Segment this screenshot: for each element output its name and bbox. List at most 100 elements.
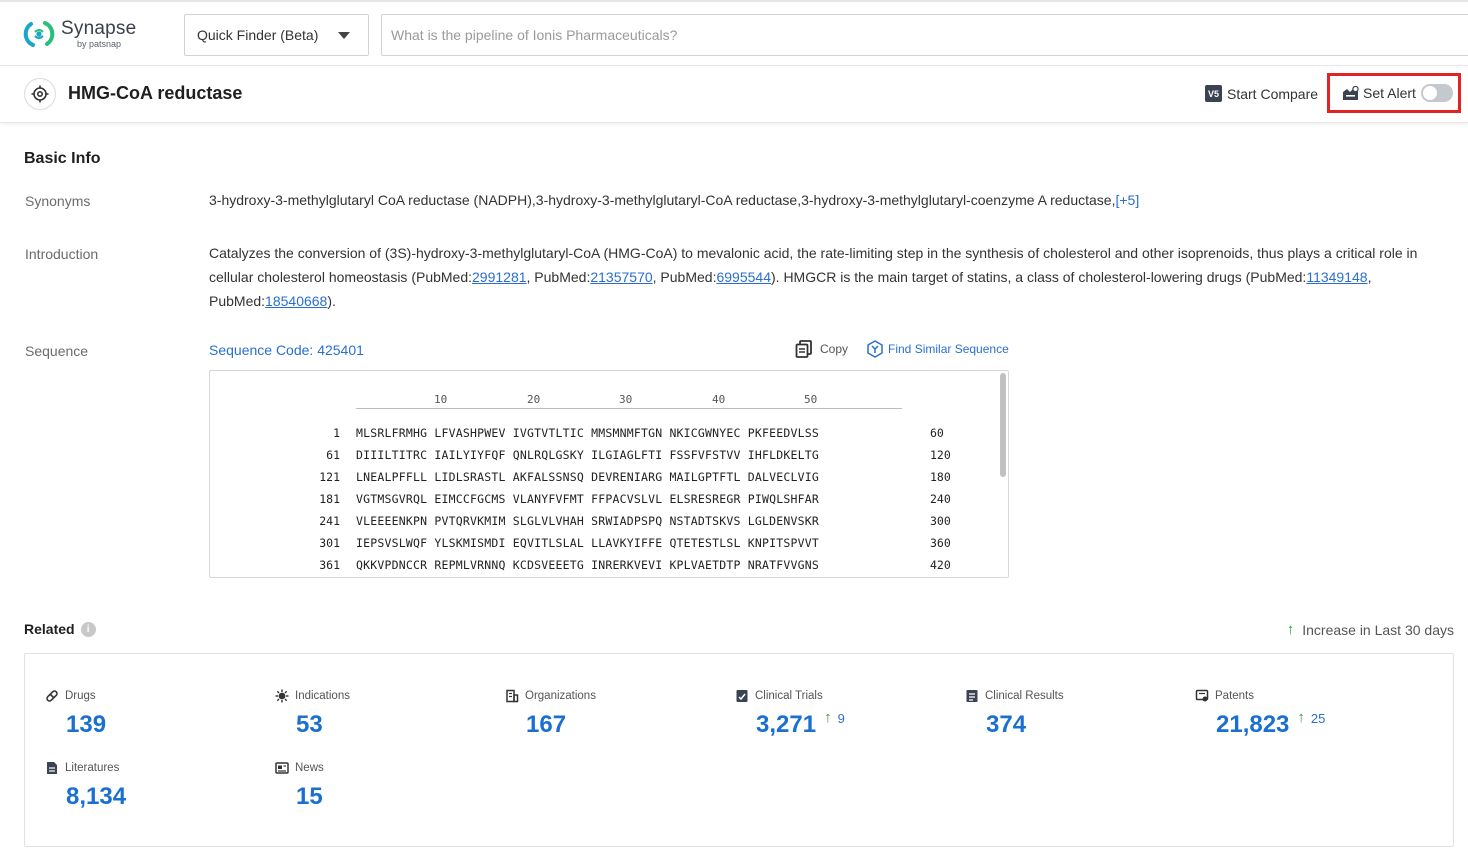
intro-text-2: , PubMed: xyxy=(527,269,591,285)
ruler-tick: 50 xyxy=(804,393,817,406)
stat-label: Organizations xyxy=(525,690,596,702)
logo-byline: by patsnap xyxy=(77,40,136,49)
stat-value[interactable]: 8,134 xyxy=(66,783,126,811)
intro-text-3: , PubMed: xyxy=(653,269,717,285)
stat-news[interactable]: News 15 xyxy=(275,761,324,811)
stat-label: Clinical Results xyxy=(985,690,1064,702)
row-start: 301 xyxy=(319,536,340,550)
pubmed-link[interactable]: 21357570 xyxy=(590,269,652,285)
row-residues: DIIILTITRC IAILYIYFQF QNLRQLGSKY ILGIAGL… xyxy=(356,448,819,462)
sequence-viewer[interactable]: 10 20 30 40 50 1 MLSRLFRMHG LFVASHPWEV IV… xyxy=(209,370,1009,578)
pill-icon xyxy=(45,689,59,703)
quick-finder-dropdown[interactable]: Quick Finder (Beta) xyxy=(184,14,369,56)
up-arrow-icon: ↑ xyxy=(824,711,832,724)
row-start: 61 xyxy=(326,448,340,462)
set-alert-toggle[interactable] xyxy=(1421,84,1453,102)
copy-label: Copy xyxy=(820,342,848,356)
caret-down-icon xyxy=(338,32,350,39)
increase-count: 25 xyxy=(1311,711,1325,726)
ruler-tick: 40 xyxy=(712,393,725,406)
up-arrow-icon: ↑ xyxy=(1297,711,1305,724)
row-start: 1 xyxy=(333,426,340,440)
stat-value[interactable]: 3,271 xyxy=(756,711,816,739)
increase-legend: ↑ Increase in Last 30 days xyxy=(1287,621,1454,638)
copy-icon xyxy=(795,340,813,358)
intro-text-6: ). xyxy=(327,293,336,309)
info-icon[interactable]: i xyxy=(81,622,96,637)
sequence-row: 121LNEALPFFLL LIDLSRASTL AKFALSSNSQ DEVR… xyxy=(210,470,1000,492)
stat-value[interactable]: 53 xyxy=(296,711,323,739)
sequence-scrollbar[interactable] xyxy=(1000,373,1006,477)
stat-literatures[interactable]: Literatures 8,134 xyxy=(45,761,126,811)
stat-drugs[interactable]: Drugs 139 xyxy=(45,689,106,739)
alert-icon xyxy=(1342,86,1359,101)
row-end: 60 xyxy=(930,426,944,440)
row-end: 420 xyxy=(930,558,951,572)
increase-legend-label: Increase in Last 30 days xyxy=(1302,622,1454,638)
synonyms-value: 3-hydroxy-3-methylglutaryl CoA reductase… xyxy=(209,188,1449,212)
document-icon xyxy=(45,761,59,775)
start-compare-label: Start Compare xyxy=(1227,86,1318,102)
row-residues: MLSRLFRMHG LFVASHPWEV IVGTVTLTIC MMSMNMF… xyxy=(356,426,819,440)
logo-name: Synapse xyxy=(61,19,136,38)
find-similar-sequence-button[interactable]: Find Similar Sequence xyxy=(866,340,1009,358)
sequence-row: 1 MLSRLFRMHG LFVASHPWEV IVGTVTLTIC MMSMNM… xyxy=(210,426,1000,448)
find-similar-label: Find Similar Sequence xyxy=(888,342,1009,356)
patent-icon xyxy=(1195,689,1209,703)
ruler-tick: 30 xyxy=(619,393,632,406)
stat-clinical-results[interactable]: Clinical Results 374 xyxy=(965,689,1064,739)
row-start: 121 xyxy=(319,470,340,484)
stat-value[interactable]: 139 xyxy=(66,711,106,739)
stat-indications[interactable]: Indications 53 xyxy=(275,689,350,739)
synapse-logo-icon xyxy=(23,18,55,50)
sequence-tools: Copy Find Similar Sequence xyxy=(795,340,1009,358)
pubmed-link[interactable]: 11349148 xyxy=(1306,269,1367,285)
pubmed-link[interactable]: 2991281 xyxy=(472,269,527,285)
sequence-code-link[interactable]: Sequence Code: 425401 xyxy=(209,342,364,358)
set-alert-label: Set Alert xyxy=(1363,85,1416,101)
sequence-row: 181 VGTMSGVRQL EIMCCFGCMS VLANYFVFMT FFPA… xyxy=(210,492,1000,514)
sequence-row: 301IEPSVSLWQF YLSKMISMDI EQVITLSLAL LLAV… xyxy=(210,536,1000,558)
stat-clinical-trials[interactable]: Clinical Trials 3,271 ↑9 xyxy=(735,689,845,739)
row-end: 360 xyxy=(930,536,951,550)
stat-value[interactable]: 167 xyxy=(526,711,566,739)
sequence-row: 361 QKKVPDNCCR REPMLVRNNQ KCDSVEEETG INRE… xyxy=(210,558,1000,578)
search-input[interactable] xyxy=(381,14,1468,56)
stat-value[interactable]: 21,823 xyxy=(1216,711,1289,739)
related-title: Related xyxy=(24,621,75,637)
sequence-row: 241VLEEEENKPN PVTQRVKMIM SLGLVLVHAH SRWI… xyxy=(210,514,1000,536)
row-residues: VLEEEENKPN PVTQRVKMIM SLGLVLVHAH SRWIADP… xyxy=(356,514,819,528)
row-start: 181 xyxy=(319,492,340,506)
row-start: 361 xyxy=(319,558,340,572)
row-end: 240 xyxy=(930,492,951,506)
pubmed-link[interactable]: 18540668 xyxy=(265,293,327,309)
set-alert-control[interactable]: Set Alert xyxy=(1327,73,1461,113)
stat-patents[interactable]: Patents 21,823↑25 xyxy=(1195,689,1325,739)
target-icon xyxy=(24,78,56,110)
stat-increase: ↑ 25 xyxy=(1297,711,1325,726)
stat-label: News xyxy=(295,762,324,774)
row-residues: QKKVPDNCCR REPMLVRNNQ KCDSVEEETG INRERKV… xyxy=(356,558,819,572)
stat-label: Clinical Trials xyxy=(755,690,823,702)
toggle-knob xyxy=(1423,86,1437,100)
stat-increase: ↑9 xyxy=(824,711,845,726)
stat-value[interactable]: 15 xyxy=(296,783,323,811)
start-compare-button[interactable]: V5 Start Compare xyxy=(1205,85,1318,102)
sequence-ruler: 10 20 30 40 50 xyxy=(356,393,902,409)
introduction-label: Introduction xyxy=(25,246,98,262)
pubmed-link[interactable]: 6995544 xyxy=(716,269,771,285)
synonyms-text: 3-hydroxy-3-methylglutaryl CoA reductase… xyxy=(209,192,1115,208)
synonyms-label: Synonyms xyxy=(25,193,90,209)
intro-text-4: ). HMGCR is the main target of statins, … xyxy=(771,269,1306,285)
stat-label: Literatures xyxy=(65,762,119,774)
stat-value[interactable]: 374 xyxy=(986,711,1026,739)
row-residues: VGTMSGVRQL EIMCCFGCMS VLANYFVFMT FFPACVS… xyxy=(356,492,819,506)
ruler-tick: 20 xyxy=(527,393,540,406)
clipboard-icon xyxy=(735,689,749,703)
stat-organizations[interactable]: Organizations 167 xyxy=(505,689,596,739)
synonyms-more-link[interactable]: [+5] xyxy=(1115,192,1139,208)
synapse-logo[interactable]: Synapse by patsnap xyxy=(23,18,136,50)
copy-button[interactable]: Copy xyxy=(795,340,848,358)
quick-finder-label: Quick Finder (Beta) xyxy=(197,27,318,43)
row-end: 180 xyxy=(930,470,951,484)
